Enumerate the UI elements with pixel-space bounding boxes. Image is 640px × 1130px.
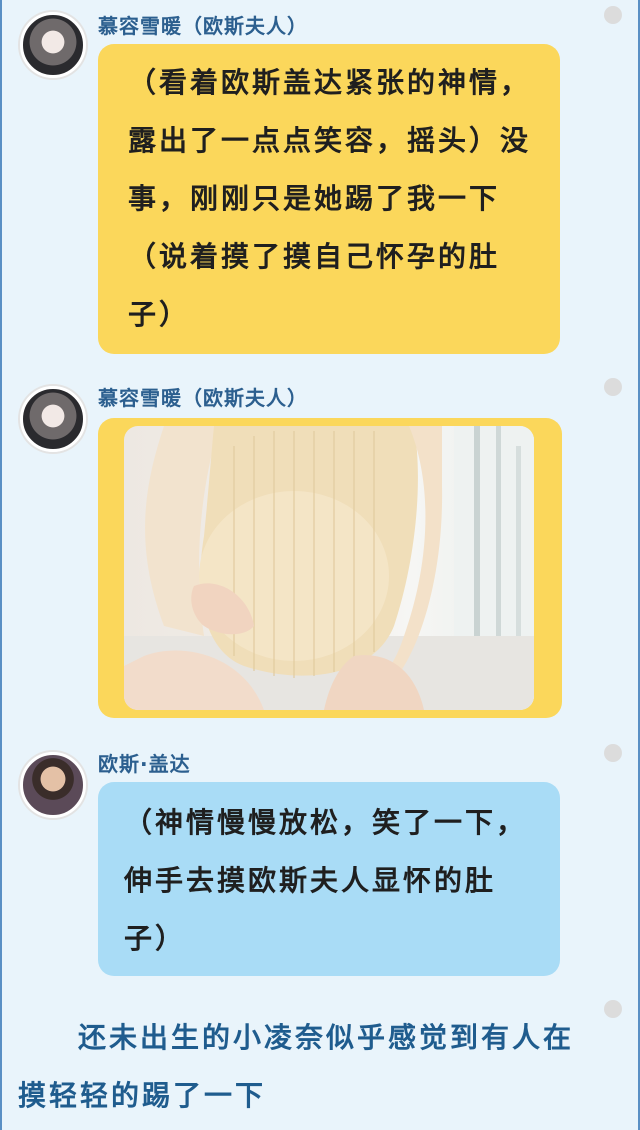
- message-line: （说着摸了摸自己怀孕的肚: [128, 240, 501, 273]
- avatar-murong[interactable]: [20, 12, 86, 78]
- message-line: （神情慢慢放松，笑了一下，: [124, 806, 528, 839]
- status-dot: [604, 378, 622, 396]
- sender-name: 慕容雪暖（欧斯夫人）: [98, 386, 308, 410]
- narration-line: 摸轻轻的踢了一下: [18, 1079, 267, 1112]
- photo-illustration: [124, 426, 534, 710]
- status-dot: [604, 1000, 622, 1018]
- message-bubble[interactable]: （神情慢慢放松，笑了一下， 伸手去摸欧斯夫人显怀的肚 子）: [98, 782, 560, 976]
- narration-line: 还未出生的小凌奈似乎感觉到有人在: [78, 1021, 575, 1054]
- message-line: 事，刚刚只是她踢了我一下: [128, 182, 501, 215]
- message-line: 子）: [128, 298, 191, 331]
- message-photo[interactable]: [124, 426, 534, 710]
- sender-name: 欧斯·盖达: [98, 752, 191, 776]
- sender-name: 慕容雪暖（欧斯夫人）: [98, 14, 308, 38]
- message-line: 露出了一点点笑容，摇头）没: [128, 124, 532, 157]
- status-dot: [604, 6, 622, 24]
- status-dot: [604, 744, 622, 762]
- message-bubble[interactable]: （看着欧斯盖达紧张的神情， 露出了一点点笑容，摇头）没 事，刚刚只是她踢了我一下…: [98, 44, 560, 354]
- avatar-osgaida[interactable]: [20, 752, 86, 818]
- avatar-murong[interactable]: [20, 386, 86, 452]
- message-line: 伸手去摸欧斯夫人显怀的肚: [124, 864, 497, 897]
- message-line: 子）: [124, 922, 187, 955]
- message-line: （看着欧斯盖达紧张的神情，: [128, 66, 532, 99]
